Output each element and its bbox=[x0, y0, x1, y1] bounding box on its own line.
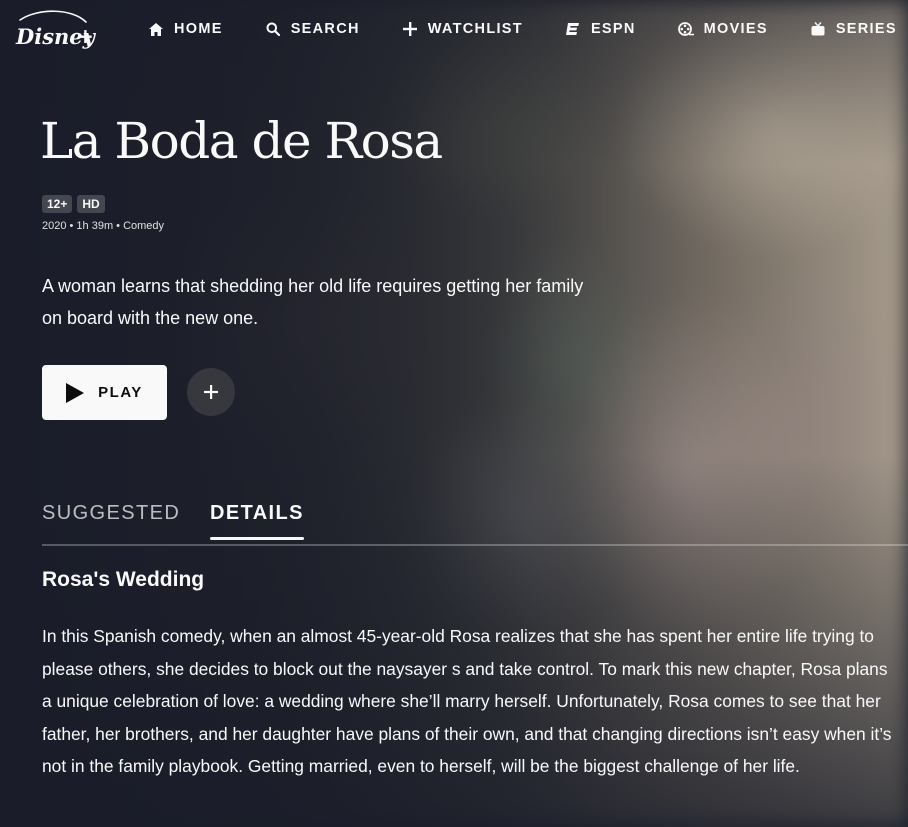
nav-item-series[interactable]: SERIES bbox=[808, 20, 897, 38]
plus-icon bbox=[204, 385, 218, 399]
nav-item-series-label: SERIES bbox=[835, 21, 897, 37]
badge-group: 12+ HD bbox=[42, 195, 105, 213]
tab-suggested[interactable]: SUGGESTED bbox=[42, 502, 180, 525]
rating-badge: 12+ bbox=[42, 195, 73, 213]
top-nav: Disney + HOME SEARCH WATCHLIST ESPN MOVI… bbox=[0, 0, 908, 58]
nav-item-search-label: SEARCH bbox=[290, 21, 360, 37]
nav-item-watchlist[interactable]: WATCHLIST bbox=[400, 20, 523, 38]
svg-text:+: + bbox=[77, 24, 94, 48]
add-to-watchlist-button[interactable] bbox=[187, 368, 235, 416]
quality-badge: HD bbox=[77, 195, 105, 213]
tv-icon bbox=[808, 20, 828, 38]
espn-icon bbox=[563, 20, 583, 38]
nav-item-movies[interactable]: MOVIES bbox=[676, 20, 768, 38]
nav-item-search[interactable]: SEARCH bbox=[263, 20, 360, 38]
nav-item-watchlist-label: WATCHLIST bbox=[427, 21, 523, 37]
home-icon bbox=[146, 20, 166, 38]
film-reel-icon bbox=[676, 20, 696, 38]
details-description: In this Spanish comedy, when an almost 4… bbox=[42, 626, 892, 776]
title-tagline: A woman learns that shedding her old lif… bbox=[42, 276, 584, 328]
page-title: La Boda de Rosa bbox=[40, 112, 443, 170]
nav-item-movies-label: MOVIES bbox=[703, 21, 768, 37]
nav-menu: HOME SEARCH WATCHLIST ESPN MOVIES SERIES bbox=[146, 20, 908, 38]
nav-item-espn-label: ESPN bbox=[590, 21, 636, 37]
play-icon bbox=[66, 382, 85, 403]
disney-plus-logo-icon: Disney + bbox=[15, 10, 97, 49]
details-title: Rosa's Wedding bbox=[42, 568, 205, 591]
tab-details[interactable]: DETAILS bbox=[210, 502, 304, 540]
play-button[interactable]: PLAY bbox=[42, 365, 167, 420]
play-button-label: PLAY bbox=[98, 384, 143, 401]
title-detail-page: Disney + HOME SEARCH WATCHLIST ESPN MOVI… bbox=[0, 0, 908, 827]
disney-plus-logo[interactable]: Disney + bbox=[10, 6, 97, 56]
nav-item-espn[interactable]: ESPN bbox=[563, 20, 636, 38]
nav-item-home[interactable]: HOME bbox=[146, 20, 223, 38]
plus-icon bbox=[400, 20, 420, 38]
tab-bar: SUGGESTED DETAILS bbox=[42, 500, 908, 546]
nav-item-home-label: HOME bbox=[174, 21, 223, 37]
title-metadata: 2020 • 1h 39m • Comedy bbox=[42, 220, 165, 232]
search-icon bbox=[263, 20, 283, 38]
